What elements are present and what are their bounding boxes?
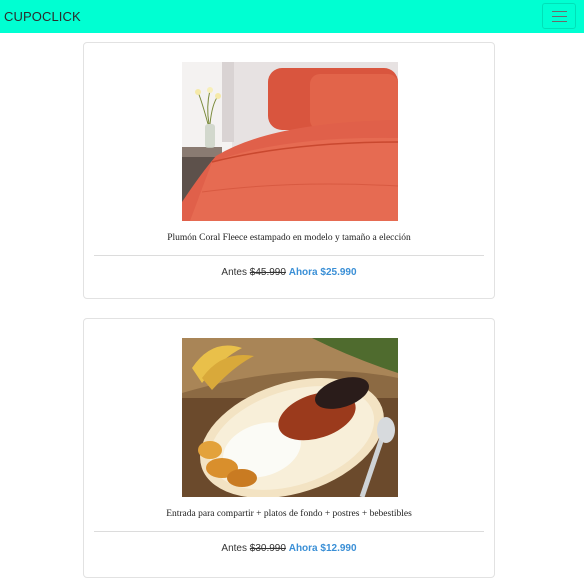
- hamburger-icon-line: [552, 21, 567, 22]
- food-plate-photo-icon[interactable]: [182, 338, 398, 497]
- price-line: Antes $30.990 Ahora $12.990: [84, 543, 494, 554]
- before-label: Antes: [221, 267, 247, 278]
- before-label: Antes: [221, 543, 247, 554]
- new-price: $25.990: [320, 267, 357, 278]
- product-card[interactable]: Plumón Coral Fleece estampado en modelo …: [83, 42, 495, 299]
- bedding-photo-icon[interactable]: [182, 62, 398, 221]
- hamburger-icon-line: [552, 16, 567, 17]
- now-label: Ahora: [288, 543, 318, 554]
- brand-logo-text[interactable]: CUPOCLICK: [4, 9, 81, 24]
- product-title[interactable]: Entrada para compartir + platos de fondo…: [84, 509, 494, 519]
- hamburger-icon-line: [552, 11, 567, 12]
- divider: [94, 531, 484, 532]
- old-price: $45.990: [249, 267, 286, 278]
- new-price: $12.990: [320, 543, 357, 554]
- now-label: Ahora: [288, 267, 318, 278]
- price-line: Antes $45.990 Ahora $25.990: [84, 267, 494, 278]
- divider: [94, 255, 484, 256]
- menu-toggle-button[interactable]: [542, 3, 576, 29]
- top-navbar: CUPOCLICK: [0, 0, 584, 33]
- old-price: $30.990: [249, 543, 286, 554]
- product-title[interactable]: Plumón Coral Fleece estampado en modelo …: [84, 233, 494, 243]
- product-card[interactable]: Entrada para compartir + platos de fondo…: [83, 318, 495, 578]
